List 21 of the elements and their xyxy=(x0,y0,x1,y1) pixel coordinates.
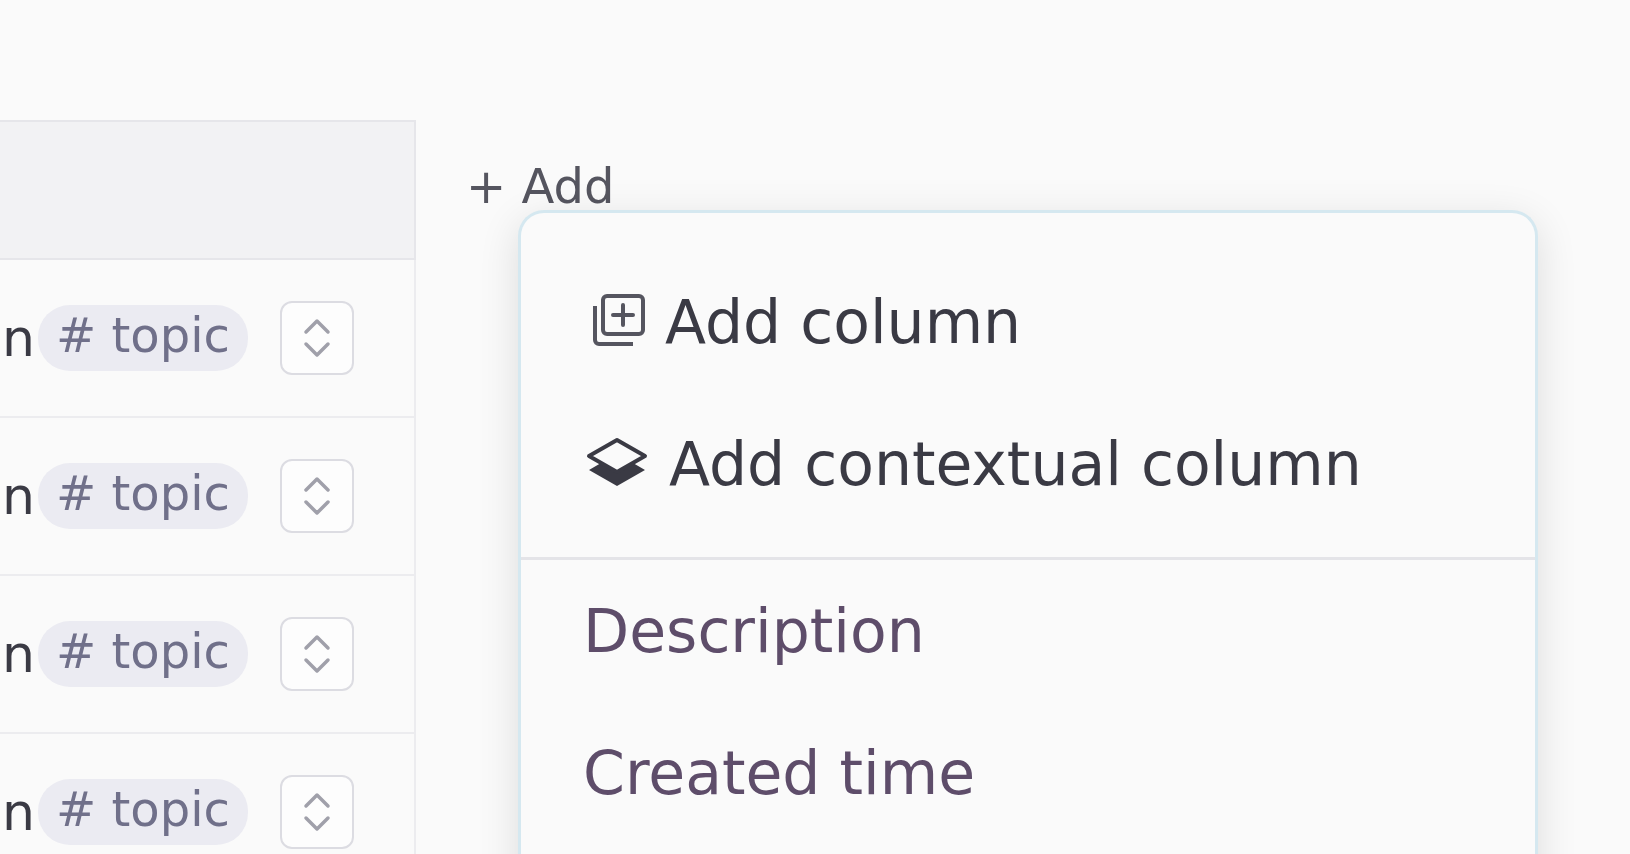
menu-item[interactable]: Description xyxy=(521,560,1535,702)
stepper-button[interactable] xyxy=(279,459,354,533)
chevron-up-down-icon xyxy=(301,790,332,834)
stepper-button[interactable] xyxy=(279,301,354,375)
add-button[interactable]: + Add xyxy=(460,158,621,214)
topic-tag[interactable]: # topic xyxy=(38,779,248,845)
table-cell-text: n xyxy=(2,782,36,842)
menu-item[interactable]: Add contextual column xyxy=(521,393,1535,535)
menu-item[interactable]: Add column xyxy=(521,251,1535,393)
table-cell-text: n xyxy=(2,624,36,684)
topic-tag[interactable]: # topic xyxy=(38,305,248,371)
topic-tag[interactable]: # topic xyxy=(38,621,248,687)
menu-item[interactable]: Created time xyxy=(521,702,1535,844)
stepper-button[interactable] xyxy=(279,775,354,849)
chevron-up-down-icon xyxy=(301,474,332,518)
table-cell-text: n xyxy=(2,308,36,368)
chevron-up-down-icon xyxy=(301,632,332,676)
table-cell-text: n xyxy=(2,466,36,526)
topic-tag[interactable]: # topic xyxy=(38,463,248,529)
stepper-button[interactable] xyxy=(279,617,354,691)
chevron-up-down-icon xyxy=(301,316,332,360)
